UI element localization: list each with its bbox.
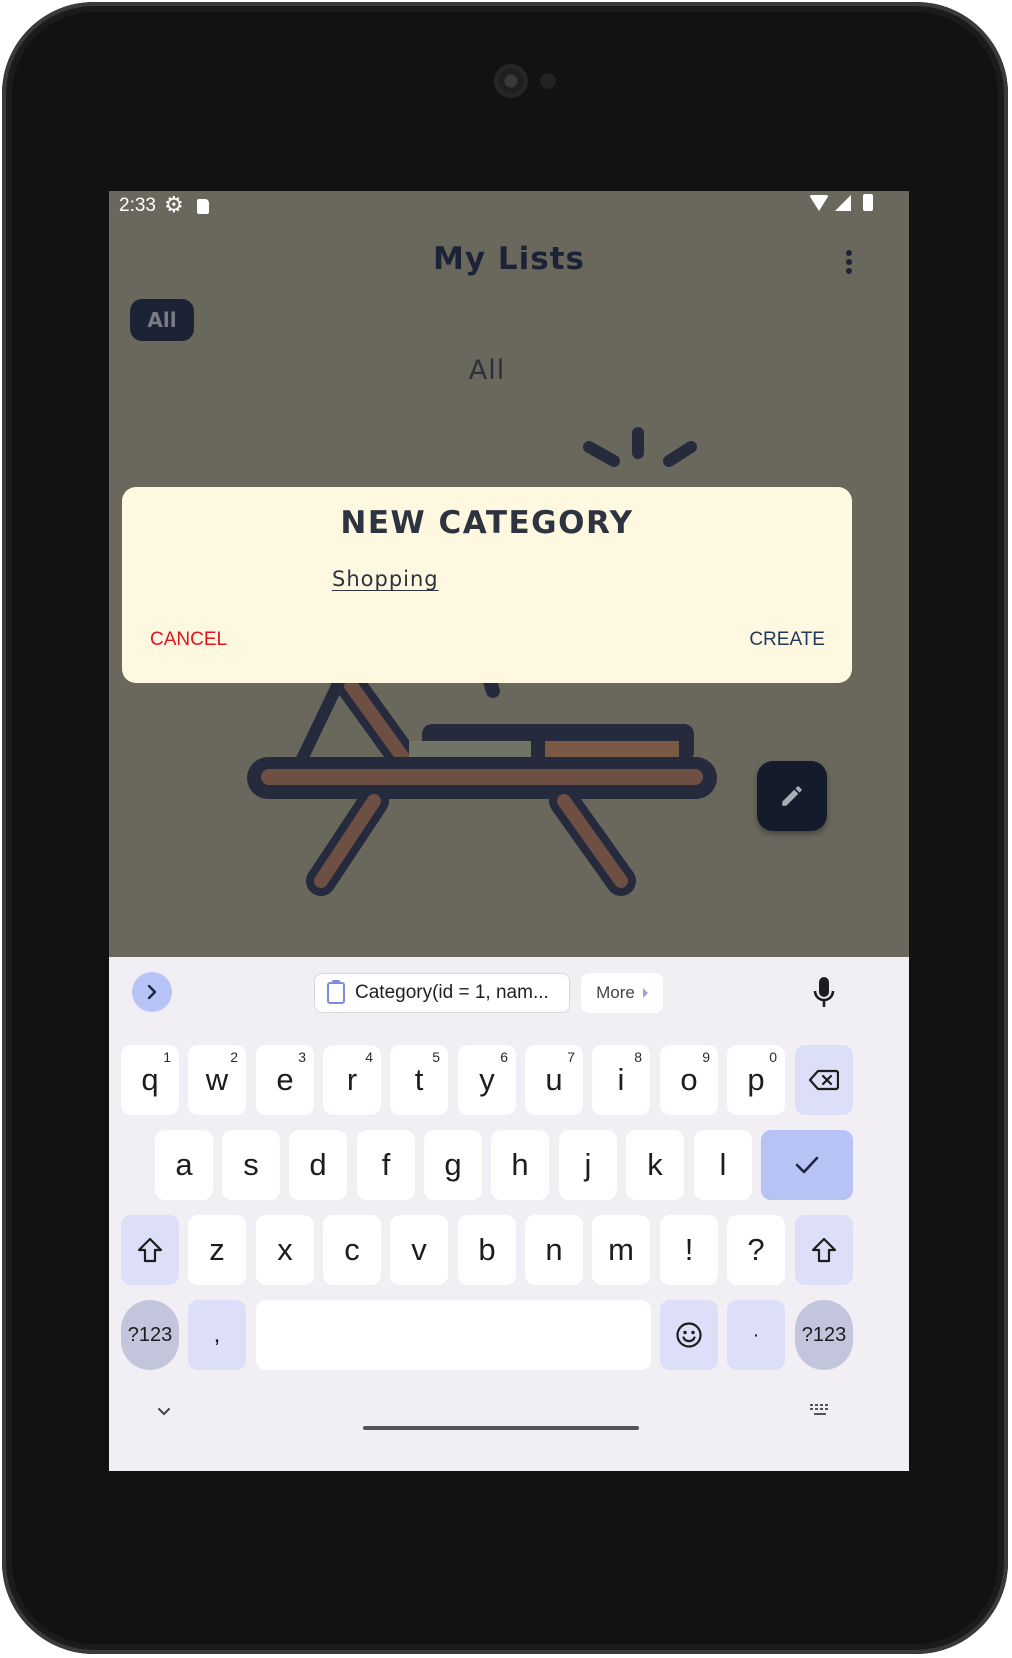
chevron-right-icon (147, 984, 157, 1000)
more-label: More (596, 983, 635, 1002)
key-k[interactable]: k (626, 1130, 684, 1200)
key-f[interactable]: f (357, 1130, 415, 1200)
key-n[interactable]: n (525, 1215, 583, 1285)
emoji-key[interactable] (660, 1300, 718, 1370)
cancel-button[interactable]: CANCEL (150, 629, 227, 651)
symbols-key-right[interactable]: ?123 (795, 1300, 853, 1370)
key-v[interactable]: v (390, 1215, 448, 1285)
key-m[interactable]: m (592, 1215, 650, 1285)
microphone-icon[interactable] (811, 975, 837, 1011)
clipboard-suggestion-chip[interactable]: Category(id = 1, nam... (314, 973, 570, 1013)
clipboard-icon (327, 980, 345, 1004)
key-e[interactable]: e3 (256, 1045, 314, 1115)
sun-rays-icon (583, 427, 697, 467)
key-d[interactable]: d (289, 1130, 347, 1200)
space-bar[interactable] (256, 1300, 651, 1370)
dialog-title: NEW CATEGORY (340, 505, 634, 541)
soft-keyboard: Category(id = 1, nam... More q1 w2 e3 r4… (109, 957, 909, 1471)
shift-key-left[interactable] (121, 1215, 179, 1285)
caret-right-icon (642, 988, 648, 998)
clipboard-suggestion-text: Category(id = 1, nam... (355, 982, 549, 1003)
key-s[interactable]: s (222, 1130, 280, 1200)
key-y[interactable]: y6 (458, 1045, 516, 1115)
shift-key-right[interactable] (795, 1215, 853, 1285)
tablet-frame: 2:33 ⚙ My Lists All All NEW CATEGORY Sho… (2, 2, 1008, 1654)
front-camera (494, 64, 528, 98)
key-h[interactable]: h (491, 1130, 549, 1200)
expand-toolbar-button[interactable] (132, 972, 172, 1012)
key-u[interactable]: u7 (525, 1045, 583, 1115)
key-b[interactable]: b (458, 1215, 516, 1285)
shift-icon (811, 1237, 837, 1263)
key-exclamation[interactable]: ! (660, 1215, 718, 1285)
key-r[interactable]: r4 (323, 1045, 381, 1115)
enter-key[interactable] (761, 1130, 853, 1200)
shift-icon (137, 1237, 163, 1263)
key-j[interactable]: j (559, 1130, 617, 1200)
key-t[interactable]: t5 (390, 1045, 448, 1115)
light-sensor (540, 73, 556, 89)
gesture-nav-bar[interactable] (363, 1426, 639, 1430)
period-key[interactable]: · (727, 1300, 785, 1370)
create-button[interactable]: CREATE (749, 629, 825, 651)
key-g[interactable]: g (424, 1130, 482, 1200)
new-category-dialog: NEW CATEGORY CANCEL CREATE (122, 487, 852, 683)
key-z[interactable]: z (188, 1215, 246, 1285)
key-c[interactable]: c (323, 1215, 381, 1285)
key-i[interactable]: i8 (592, 1045, 650, 1115)
screen: 2:33 ⚙ My Lists All All NEW CATEGORY Sho… (109, 191, 909, 1471)
emoji-icon (676, 1322, 702, 1348)
key-question[interactable]: ? (727, 1215, 785, 1285)
pencil-icon (782, 786, 802, 806)
backspace-icon (809, 1069, 839, 1091)
key-x[interactable]: x (256, 1215, 314, 1285)
checkmark-icon (795, 1156, 819, 1174)
symbols-key-left[interactable]: ?123 (121, 1300, 179, 1370)
key-l[interactable]: l (694, 1130, 752, 1200)
more-suggestions-chip[interactable]: More (581, 973, 663, 1013)
keyboard-switch-icon[interactable] (809, 1403, 831, 1417)
comma-key[interactable]: , (188, 1300, 246, 1370)
key-o[interactable]: o9 (660, 1045, 718, 1115)
key-a[interactable]: a (155, 1130, 213, 1200)
key-q[interactable]: q1 (121, 1045, 179, 1115)
backspace-key[interactable] (795, 1045, 853, 1115)
edit-fab-button[interactable] (757, 761, 827, 831)
category-name-input[interactable] (330, 561, 574, 597)
chevron-down-icon[interactable] (157, 1405, 171, 1419)
key-w[interactable]: w2 (188, 1045, 246, 1115)
key-p[interactable]: p0 (727, 1045, 785, 1115)
